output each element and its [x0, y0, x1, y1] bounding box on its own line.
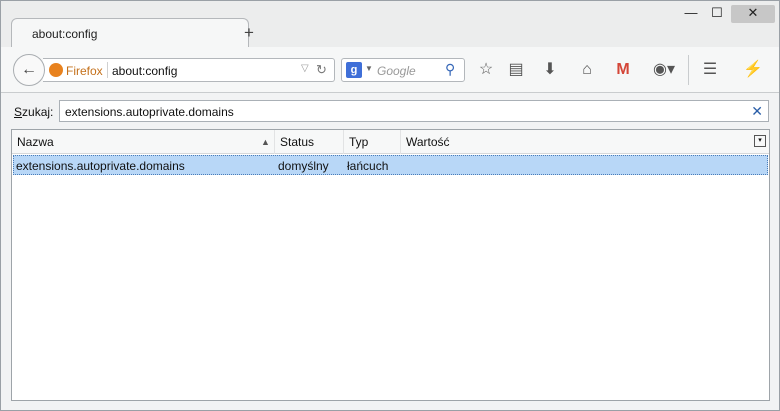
search-label: Szukaj:	[14, 105, 54, 119]
url-bar[interactable]: Firefox about:config ▽ ↻	[43, 58, 335, 82]
identity-label[interactable]: Firefox	[66, 64, 103, 78]
url-text[interactable]: about:config	[112, 64, 177, 78]
maximize-button[interactable]: ☐	[709, 5, 725, 23]
navigation-toolbar: Firefox about:config ▽ ↻ ← g ▼ Google ⚲ …	[1, 47, 779, 93]
reload-icon[interactable]: ↻	[316, 62, 327, 78]
url-separator	[107, 62, 108, 78]
toolbar-separator	[688, 55, 689, 85]
engine-dropdown-icon[interactable]: ▼	[365, 64, 373, 73]
sync-icon[interactable]: ⚡	[739, 60, 767, 82]
search-input[interactable]: Google	[377, 64, 416, 78]
preferences-table: Nazwa ▲ Status Typ Wartość ▾ extensions.…	[11, 129, 770, 401]
reading-list-icon[interactable]: ▤	[505, 60, 527, 82]
back-button[interactable]: ←	[13, 54, 45, 86]
sort-ascending-icon: ▲	[261, 137, 270, 147]
firefox-icon	[49, 63, 63, 77]
google-engine-icon[interactable]: g	[346, 62, 362, 78]
search-magnifier-icon[interactable]: ⚲	[445, 61, 455, 78]
table-header: Nazwa ▲ Status Typ Wartość ▾	[12, 130, 769, 154]
title-bar: about:config + — ☐ ✕	[1, 1, 779, 48]
table-row[interactable]: extensions.autoprivate.domains domyślny …	[13, 155, 768, 175]
config-search-value[interactable]: extensions.autoprivate.domains	[65, 105, 234, 119]
bookmark-star-icon[interactable]: ☆	[475, 60, 497, 82]
column-header-name[interactable]: Nazwa	[12, 130, 275, 154]
search-bar[interactable]: g ▼ Google ⚲	[341, 58, 465, 82]
close-button[interactable]: ✕	[731, 5, 775, 23]
row-status: domyślny	[278, 159, 329, 173]
row-name: extensions.autoprivate.domains	[16, 159, 185, 173]
column-header-status[interactable]: Status	[275, 130, 344, 154]
downloads-icon[interactable]: ⬇	[539, 60, 561, 82]
clear-search-icon[interactable]: ✕	[751, 103, 763, 120]
minimize-button[interactable]: —	[683, 5, 699, 23]
config-search-input[interactable]: extensions.autoprivate.domains ✕	[59, 100, 769, 122]
home-icon[interactable]: ⌂	[576, 60, 598, 82]
history-dropdown-icon[interactable]: ▽	[301, 63, 309, 74]
tab-title: about:config	[32, 27, 98, 41]
column-header-type[interactable]: Typ	[344, 130, 401, 154]
browser-window: about:config + — ☐ ✕ Firefox about:confi…	[0, 0, 780, 411]
tab-about-config[interactable]: about:config	[11, 18, 249, 48]
column-picker-icon[interactable]: ▾	[754, 135, 766, 147]
new-tab-button[interactable]: +	[244, 23, 254, 43]
colorzilla-icon[interactable]: ◉▾	[649, 60, 679, 82]
menu-icon[interactable]: ☰	[699, 60, 721, 82]
row-type: łańcuch	[347, 159, 389, 173]
back-arrow-icon: ←	[21, 61, 37, 78]
gmail-icon[interactable]: M	[612, 60, 634, 82]
column-header-value[interactable]: Wartość	[401, 130, 745, 154]
